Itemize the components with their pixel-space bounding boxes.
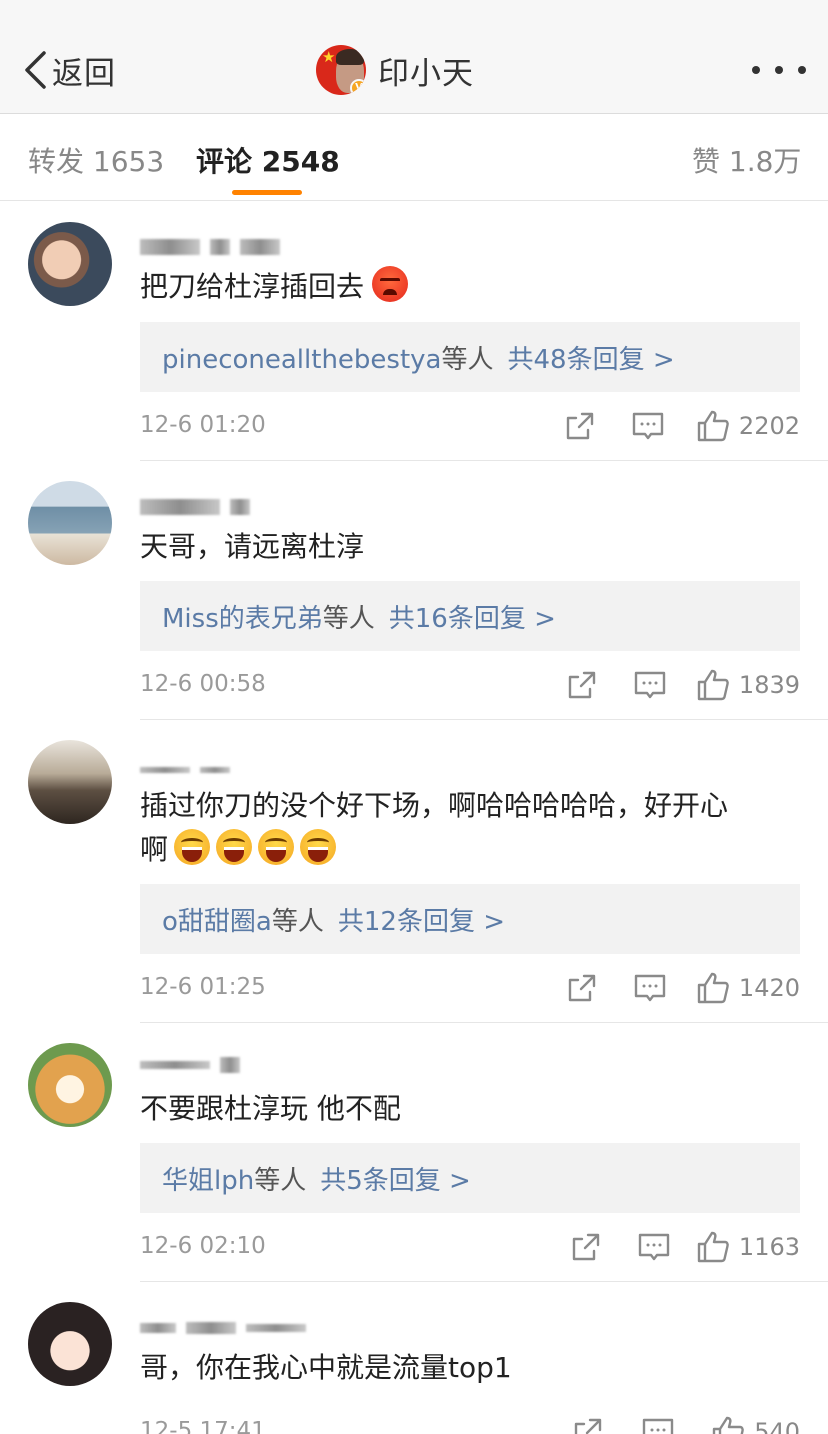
- page-title: 印小天: [378, 55, 474, 92]
- share-icon[interactable]: [564, 970, 600, 1006]
- thumbs-up-icon: [697, 1231, 729, 1263]
- comment-text: 天哥，请远离杜淳: [140, 530, 365, 563]
- laughing-emoji-icon: [216, 829, 253, 865]
- thumbs-up-icon: [712, 1416, 745, 1434]
- like-count: 1839: [738, 671, 800, 699]
- laughing-emoji-icon: [174, 829, 211, 865]
- more-dots-icon[interactable]: [752, 60, 806, 80]
- back-button[interactable]: 返回: [22, 48, 116, 92]
- share-icon[interactable]: [564, 667, 600, 703]
- comment-text: 哥，你在我心中就是流量top1: [140, 1351, 512, 1384]
- laughing-emoji-icon: [258, 829, 295, 865]
- reply-count-link[interactable]: 共5条回复 >: [320, 1166, 471, 1196]
- like-count: 1163: [738, 1233, 800, 1261]
- comment-item: 插过你刀的没个好下场，啊哈哈哈哈哈，好开心 啊 o甜甜圈a等人 共12条回复 > …: [0, 720, 828, 1023]
- avatar[interactable]: [28, 222, 112, 306]
- comment-meta: 12-6 01:20 2202: [140, 406, 800, 446]
- like-button[interactable]: 540: [710, 1412, 800, 1434]
- post-author[interactable]: ★ V 印小天: [316, 44, 474, 96]
- tab-bar: 转发 1653 评论 2548 赞 1.8万: [0, 114, 828, 201]
- share-icon[interactable]: [568, 1229, 604, 1265]
- share-icon[interactable]: [562, 408, 598, 444]
- share-icon[interactable]: [570, 1414, 606, 1434]
- avatar[interactable]: [28, 1043, 112, 1127]
- reply-user[interactable]: o甜甜圈a: [162, 907, 272, 937]
- replies-preview[interactable]: pineconeallthebestya等人 共48条回复 >: [140, 322, 800, 392]
- comment-text: 插过你刀的没个好下场，啊哈哈哈哈哈，好开心 啊: [140, 789, 729, 866]
- comment-icon[interactable]: [632, 970, 668, 1006]
- comment-time: 12-6 00:58: [140, 671, 266, 697]
- username-redacted[interactable]: [140, 1055, 240, 1075]
- tab-comment[interactable]: 评论 2548: [196, 140, 340, 180]
- username-redacted[interactable]: [140, 497, 250, 517]
- comment-time: 12-6 02:10: [140, 1233, 266, 1259]
- comment-time: 12-6 01:20: [140, 412, 266, 438]
- like-button[interactable]: 2202: [695, 406, 800, 446]
- like-count: 540: [754, 1418, 800, 1434]
- reply-count-link[interactable]: 共48条回复 >: [508, 345, 675, 375]
- nav-bar: 返回 ★ V 印小天: [0, 0, 828, 114]
- comment-meta: 12-6 00:58 1839: [140, 665, 800, 705]
- chevron-left-icon: [25, 51, 46, 89]
- comment-meta: 12-6 01:25 1420: [140, 968, 800, 1008]
- comment-icon[interactable]: [640, 1414, 676, 1434]
- username-redacted[interactable]: [140, 237, 280, 257]
- comment-meta: 12-6 02:10 1163: [140, 1227, 800, 1267]
- comment-icon[interactable]: [630, 408, 666, 444]
- tab-repost[interactable]: 转发 1653: [28, 140, 164, 180]
- comment-item: 不要跟杜淳玩 他不配 华姐lph等人 共5条回复 > 12-6 02:10 116…: [0, 1023, 828, 1282]
- thumbs-up-icon: [697, 669, 729, 701]
- replies-preview[interactable]: Miss的表兄弟等人 共16条回复 >: [140, 581, 800, 651]
- username-redacted[interactable]: [140, 760, 230, 780]
- comment-icon[interactable]: [636, 1229, 672, 1265]
- like-button[interactable]: 1420: [695, 968, 800, 1008]
- back-label: 返回: [52, 55, 116, 92]
- comment-icon[interactable]: [632, 667, 668, 703]
- tab-like[interactable]: 赞 1.8万: [692, 140, 801, 180]
- like-count: 1420: [738, 974, 800, 1002]
- comment-time: 12-6 01:25: [140, 974, 266, 1000]
- replies-preview[interactable]: 华姐lph等人 共5条回复 >: [140, 1143, 800, 1213]
- avatar[interactable]: [28, 481, 112, 565]
- laughing-emoji-icon: [300, 829, 337, 865]
- comment-meta: 12-5 17:41 540: [140, 1412, 800, 1434]
- reply-count-link[interactable]: 共16条回复 >: [389, 604, 556, 634]
- like-button[interactable]: 1163: [695, 1227, 800, 1267]
- avatar[interactable]: [28, 740, 112, 824]
- reply-user[interactable]: pineconeallthebestya: [162, 345, 442, 375]
- angry-emoji-icon: [372, 266, 409, 302]
- avatar: ★ V: [316, 45, 366, 95]
- tab-active-indicator: [232, 190, 302, 195]
- avatar[interactable]: [28, 1302, 112, 1386]
- like-count: 2202: [738, 412, 800, 440]
- verified-badge-icon: V: [350, 79, 366, 95]
- thumbs-up-icon: [697, 410, 729, 442]
- comment-time: 12-5 17:41: [140, 1418, 266, 1434]
- reply-user[interactable]: Miss的表兄弟: [162, 604, 323, 634]
- username-redacted[interactable]: [140, 1318, 306, 1338]
- comment-text: 把刀给杜淳插回去: [140, 265, 800, 309]
- comment-item: 天哥，请远离杜淳 Miss的表兄弟等人 共16条回复 > 12-6 00:58 1…: [0, 461, 828, 720]
- like-button[interactable]: 1839: [695, 665, 800, 705]
- replies-preview[interactable]: o甜甜圈a等人 共12条回复 >: [140, 884, 800, 954]
- thumbs-up-icon: [697, 972, 729, 1004]
- reply-count-link[interactable]: 共12条回复 >: [338, 907, 505, 937]
- comment-text: 不要跟杜淳玩 他不配: [140, 1092, 401, 1125]
- comment-item: 哥，你在我心中就是流量top1 12-5 17:41 540: [0, 1282, 828, 1434]
- comment-item: 把刀给杜淳插回去 pineconeallthebestya等人 共48条回复 > …: [0, 201, 828, 461]
- reply-user[interactable]: 华姐lph: [162, 1166, 254, 1196]
